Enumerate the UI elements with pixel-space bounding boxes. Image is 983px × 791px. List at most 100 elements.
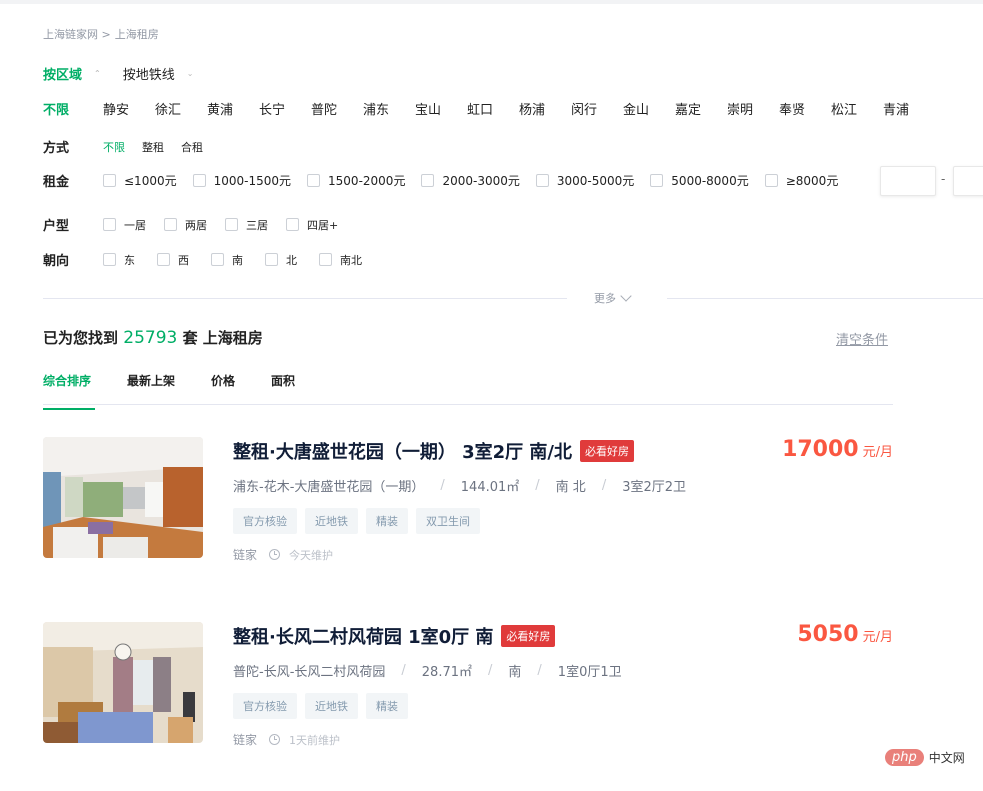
orientation-checkbox[interactable]: 北	[265, 252, 297, 268]
php-logo: php	[885, 749, 924, 766]
listing-brand: 链家	[233, 733, 258, 747]
top-bar	[0, 0, 983, 4]
price-checkbox[interactable]: 5000-8000元	[650, 172, 749, 189]
checkbox[interactable]	[650, 174, 664, 187]
listing-brand: 链家	[233, 548, 258, 562]
district-item[interactable]: 金山	[623, 99, 675, 118]
layout-checkbox[interactable]: 三居	[225, 217, 268, 233]
checkbox[interactable]	[265, 253, 278, 266]
listing-description: 普陀-长风-长风二村风荷园 / 28.71㎡ / 南 / 1室0厅1卫	[233, 661, 622, 680]
tab-by-district[interactable]: 按区域 ⌃	[43, 64, 101, 83]
district-item[interactable]: 松江	[831, 99, 883, 118]
checkbox[interactable]	[535, 174, 549, 187]
listing-tags: 官方核验 近地铁 精装	[233, 693, 408, 719]
checkbox[interactable]	[157, 253, 170, 266]
result-count: 25793	[123, 328, 178, 348]
listing-description: 浦东-花木-大唐盛世花园（一期） / 144.01㎡ / 南 北 / 3室2厅2…	[233, 476, 687, 495]
clear-filters-link[interactable]: 清空条件	[836, 329, 888, 348]
price-checkbox[interactable]: 1500-2000元	[307, 172, 405, 189]
checkbox[interactable]	[211, 253, 224, 266]
district-list: 不限 静安 徐汇 黄浦 长宁 普陀 浦东 宝山 虹口 杨浦 闵行 金山 嘉定 崇…	[43, 99, 935, 118]
orientation-checkbox[interactable]: 南北	[319, 252, 362, 268]
district-item[interactable]: 黄浦	[207, 99, 259, 118]
checkbox[interactable]	[103, 253, 116, 266]
district-item[interactable]: 徐汇	[155, 99, 207, 118]
must-see-badge: 必看好房	[501, 625, 556, 647]
price-checkbox[interactable]: ≥8000元	[764, 172, 838, 189]
listing-updated: 1天前维护	[289, 733, 341, 747]
listing-price: 5050 元/月	[797, 622, 893, 647]
listing-card[interactable]: 整租·长风二村风荷园 1室0厅 南 必看好房 普陀-长风-长风二村风荷园 / 2…	[43, 622, 893, 752]
listing-title[interactable]: 整租·长风二村风荷园 1室0厅 南 必看好房	[233, 623, 556, 649]
district-item[interactable]: 崇明	[727, 99, 779, 118]
district-item[interactable]: 浦东	[363, 99, 415, 118]
search-mode-tabs: 按区域 ⌃ 按地铁线 ⌄	[43, 64, 215, 83]
checkbox[interactable]	[319, 253, 332, 266]
result-summary: 已为您找到 25793 套 上海租房	[43, 328, 263, 348]
listing-tag: 双卫生间	[416, 508, 480, 534]
chevron-down-icon	[620, 289, 632, 302]
price-checkbox[interactable]: ≤1000元	[103, 172, 177, 189]
price-range-dash: -	[941, 172, 946, 186]
district-item[interactable]: 不限	[43, 99, 103, 118]
listing-location[interactable]: 浦东-花木-大唐盛世花园（一期）	[233, 476, 424, 495]
district-item[interactable]: 奉贤	[779, 99, 831, 118]
rent-mode-option[interactable]: 合租	[181, 139, 203, 155]
listing-layout: 1室0厅1卫	[557, 665, 622, 680]
district-item[interactable]: 普陀	[311, 99, 363, 118]
filter-label: 租金	[43, 175, 70, 190]
max-price-input[interactable]	[953, 166, 983, 196]
breadcrumb-current[interactable]: 上海租房	[115, 26, 159, 42]
checkbox[interactable]	[192, 174, 206, 187]
listing-tag: 官方核验	[233, 508, 297, 534]
filter-label: 朝向	[43, 254, 70, 269]
listing-tag: 官方核验	[233, 693, 297, 719]
listing-updated: 今天维护	[289, 548, 334, 562]
checkbox[interactable]	[764, 174, 778, 187]
min-price-input[interactable]	[880, 166, 936, 196]
district-item[interactable]: 嘉定	[675, 99, 727, 118]
listing-card[interactable]: 整租·大唐盛世花园（一期） 3室2厅 南/北 必看好房 浦东-花木-大唐盛世花园…	[43, 437, 893, 567]
district-item[interactable]: 青浦	[883, 99, 935, 118]
rent-price-filter: 租金 ≤1000元 1000-1500元 1500-2000元 2000-300…	[43, 171, 854, 190]
checkbox[interactable]	[286, 218, 299, 231]
listing-meta: 链家 1天前维护	[233, 731, 340, 748]
orientation-checkbox[interactable]: 西	[157, 252, 189, 268]
checkbox[interactable]	[307, 174, 321, 187]
rent-mode-option[interactable]: 整租	[142, 139, 164, 155]
district-item[interactable]: 宝山	[415, 99, 467, 118]
must-see-badge: 必看好房	[580, 440, 634, 462]
rent-mode-option[interactable]: 不限	[103, 139, 125, 155]
listing-title[interactable]: 整租·大唐盛世花园（一期） 3室2厅 南/北 必看好房	[233, 438, 634, 464]
checkbox[interactable]	[225, 218, 238, 231]
district-item[interactable]: 虹口	[467, 99, 519, 118]
orientation-checkbox[interactable]: 东	[103, 252, 135, 268]
breadcrumb: 上海链家网 > 上海租房	[43, 26, 159, 42]
price-checkbox[interactable]: 2000-3000元	[421, 172, 520, 189]
layout-checkbox[interactable]: 两居	[164, 217, 207, 233]
district-item[interactable]: 闵行	[571, 99, 623, 118]
checkbox[interactable]	[164, 218, 177, 231]
listing-location[interactable]: 普陀-长风-长风二村风荷园	[233, 661, 385, 680]
district-item[interactable]: 杨浦	[519, 99, 571, 118]
layout-checkbox[interactable]: 四居+	[286, 217, 338, 233]
more-filters-button[interactable]: 更多	[594, 289, 632, 306]
listing-layout: 3室2厅2卫	[622, 480, 687, 495]
checkbox[interactable]	[103, 174, 116, 187]
checkbox[interactable]	[421, 174, 435, 187]
district-item[interactable]: 静安	[103, 99, 155, 118]
district-item[interactable]: 长宁	[259, 99, 311, 118]
listing-photo[interactable]	[43, 437, 203, 558]
checkbox[interactable]	[103, 218, 116, 231]
price-checkbox[interactable]: 1000-1500元	[192, 172, 291, 189]
listing-tag: 近地铁	[305, 508, 358, 534]
breadcrumb-home[interactable]: 上海链家网 >	[43, 26, 111, 42]
layout-checkbox[interactable]: 一居	[103, 217, 146, 233]
divider	[667, 298, 983, 299]
orientation-checkbox[interactable]: 南	[211, 252, 243, 268]
tab-by-metro[interactable]: 按地铁线 ⌄	[123, 64, 194, 83]
caret-up-icon: ⌃	[94, 69, 101, 78]
listing-photo[interactable]	[43, 622, 203, 743]
watermark: php 中文网	[885, 749, 965, 766]
price-checkbox[interactable]: 3000-5000元	[535, 172, 634, 189]
